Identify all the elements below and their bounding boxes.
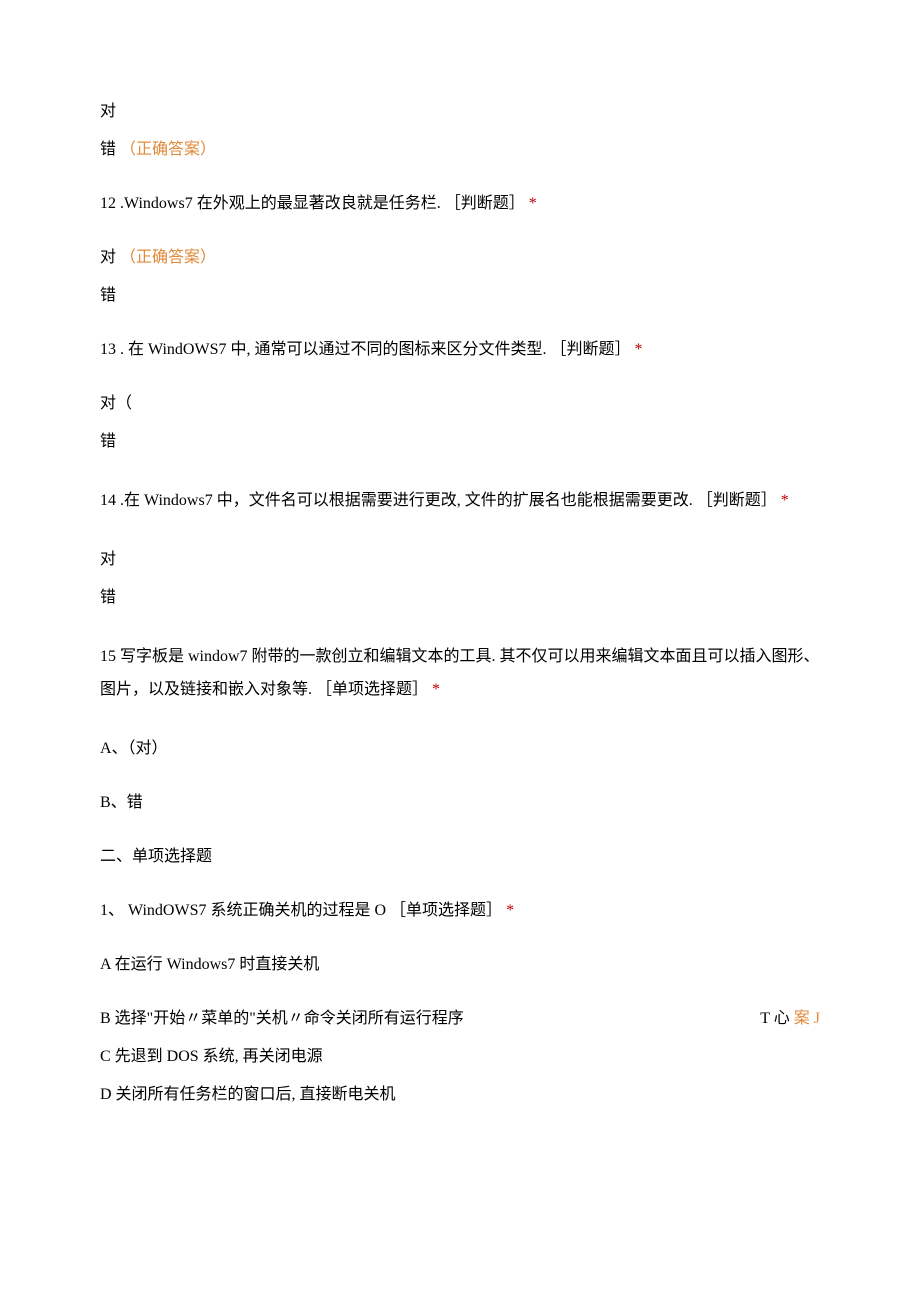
option-text: D 关闭所有任务栏的窗口后, 直接断电关机: [100, 1086, 396, 1103]
required-asterisk: *: [781, 492, 789, 509]
s2q1-option-b: B 选择"开始〃菜单的"关机〃命令关闭所有运行程序: [100, 1007, 464, 1031]
q12-stem: 12 .Windows7 在外观上的最显著改良就是任务栏. ［判断题］ *: [100, 192, 820, 216]
q13-stem: 13 . 在 WindOWS7 中, 通常可以通过不同的图标来区分文件类型. ［…: [100, 338, 820, 362]
option-text: A、（对）: [100, 740, 168, 757]
question-text: .Windows7 在外观上的最显著改良就是任务栏.: [120, 195, 441, 212]
option-text: B 选择"开始〃菜单的"关机〃命令关闭所有运行程序: [100, 1010, 464, 1027]
s2q1-option-d: D 关闭所有任务栏的窗口后, 直接断电关机: [100, 1083, 820, 1107]
option-text: 对: [100, 249, 116, 266]
document-page: 对 错 （正确答案） 12 .Windows7 在外观上的最显著改良就是任务栏.…: [0, 0, 920, 1181]
s2q1-stem: 1、 WindOWS7 系统正确关机的过程是 O ［单项选择题］ *: [100, 899, 820, 923]
question-text: .在 Windows7 中，文件名可以根据需要进行更改, 文件的扩展名也能根据需…: [120, 492, 693, 509]
option-text: 错: [100, 433, 116, 450]
s2q1-option-b-row: B 选择"开始〃菜单的"关机〃命令关闭所有运行程序 T 心 案 J: [100, 1007, 820, 1031]
fragment-orange: 案 J: [794, 1010, 820, 1027]
question-type-tag: ［单项选择题］: [390, 902, 502, 919]
option-text: B、错: [100, 794, 143, 811]
correct-answer-marker: （正确答案）: [120, 141, 216, 158]
s2q1-answer-fragment: T 心 案 J: [730, 1007, 820, 1031]
q13-option-wrong: 错: [100, 430, 820, 454]
heading-text: 二、单项选择题: [100, 848, 212, 865]
question-text: . 在 WindOWS7 中, 通常可以通过不同的图标来区分文件类型.: [120, 341, 546, 358]
question-number: 14: [100, 492, 120, 509]
question-number: 13: [100, 341, 120, 358]
option-text: 错: [100, 287, 116, 304]
option-text: 对（: [100, 395, 132, 412]
question-text: 写字板是 window7 附带的一款创立和编辑文本的工具. 其不仅可以用来编辑文…: [100, 648, 820, 699]
option-text: C 先退到 DOS 系统, 再关闭电源: [100, 1048, 323, 1065]
option-text: 对: [100, 103, 116, 120]
option-text: 对: [100, 551, 116, 568]
q14-option-correct: 对: [100, 548, 820, 572]
option-text: 错: [100, 589, 116, 606]
required-asterisk: *: [432, 681, 440, 698]
q15-option-b: B、错: [100, 791, 820, 815]
question-type-tag: ［单项选择题］: [316, 681, 428, 698]
s2q1-option-c: C 先退到 DOS 系统, 再关闭电源: [100, 1045, 820, 1069]
q12-option-correct: 对 （正确答案）: [100, 246, 820, 270]
q11-option-correct: 对: [100, 100, 820, 124]
q13-option-correct: 对（: [100, 392, 820, 416]
q15-stem: 15 写字板是 window7 附带的一款创立和编辑文本的工具. 其不仅可以用来…: [100, 640, 820, 707]
question-number: 1、: [100, 902, 124, 919]
q15-option-a: A、（对）: [100, 737, 820, 761]
required-asterisk: *: [506, 902, 514, 919]
q11-option-wrong: 错 （正确答案）: [100, 138, 820, 162]
question-type-tag: ［判断题］: [550, 341, 630, 358]
question-type-tag: ［判断题］: [697, 492, 777, 509]
q12-option-wrong: 错: [100, 284, 820, 308]
s2q1-option-a: A 在运行 Windows7 时直接关机: [100, 953, 820, 977]
question-type-tag: ［判断题］: [445, 195, 525, 212]
option-text: 错: [100, 141, 116, 158]
required-asterisk: *: [529, 195, 537, 212]
fragment-black: T 心: [760, 1010, 790, 1027]
q14-option-wrong: 错: [100, 586, 820, 610]
required-asterisk: *: [634, 341, 642, 358]
option-text: A 在运行 Windows7 时直接关机: [100, 956, 319, 973]
question-text: WindOWS7 系统正确关机的过程是 O: [128, 902, 386, 919]
question-number: 12: [100, 195, 120, 212]
q14-stem: 14 .在 Windows7 中，文件名可以根据需要进行更改, 文件的扩展名也能…: [100, 484, 820, 518]
correct-answer-marker: （正确答案）: [120, 249, 216, 266]
section-2-title: 二、单项选择题: [100, 845, 820, 869]
question-number: 15: [100, 648, 120, 665]
